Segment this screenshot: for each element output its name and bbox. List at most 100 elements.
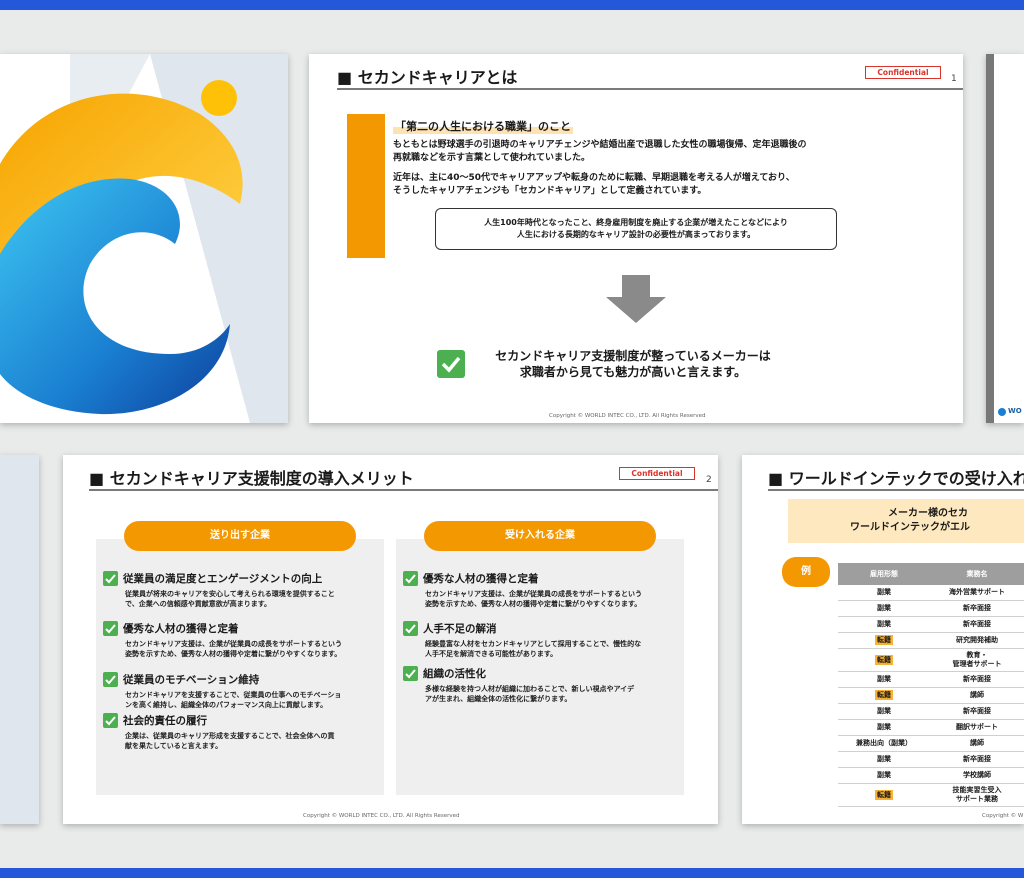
merit-heading: 優秀な人材の獲得と定着 [123,623,239,635]
table-header: 雇用形態 [838,563,930,585]
slide-logo-cover[interactable] [0,54,288,423]
merit-heading-row: 従業員のモチベーション維持 [103,672,385,687]
paragraph-2: 近年は、主に40～50代でキャリアアップや転身のために転職、早期退職を考える人が… [393,173,795,196]
example-label: 例 [782,557,830,587]
merit-item: 組織の活性化 多様な経験を持つ人材が組織に加わることで、新しい視点やアイデ アが生ま… [403,666,685,704]
merit-body: セカンドキャリア支援は、企業が従業員の成長をサポートするという 姿勢を示すため、優… [425,590,642,608]
merit-heading: 組織の活性化 [423,668,486,680]
merit-item: 社会的責任の履行企業は、従業員のキャリア形成を支援することで、社会全体への貢 献を… [103,713,385,751]
employment-type-cell: 副業 [838,616,930,633]
slide-title: ■ セカンドキャリア支援制度の導入メリット [89,469,414,488]
merit-heading: 従業員の満足度とエンゲージメントの向上 [123,573,323,585]
job-name-cell: 新卒面接 [930,751,1024,768]
merit-item: 従業員の満足度とエンゲージメントの向上従業員が将来のキャリアを安心して考えられる… [103,571,385,609]
left-label: 送り出す企業 [124,521,356,551]
employment-type-cell: 副業 [838,703,930,720]
merit-heading-row: 従業員の満足度とエンゲージメントの向上 [103,571,385,586]
table-row: 兼務出向（副業） 講師 [838,735,1024,752]
table-row: 副業 新卒面接 [838,703,1024,720]
employment-type-cell: 副業 [838,719,930,736]
slide-acceptance[interactable]: ■ ワールドインテックでの受け入れ メーカー様のセカ ワールドインテックがエル … [742,455,1024,824]
merit-item: 人手不足の解消経験豊富な人材をセカンドキャリアとして採用することで、慢性的な 人手… [403,621,685,659]
page-number: 2 [706,475,712,485]
employment-type-cell: 副業 [838,671,930,688]
slide-second-career[interactable]: ■ セカンドキャリアとは Confidential 1 「第二の人生における職業… [309,54,963,423]
highlight-phrase: 「第二の人生における職業」のこと [393,118,573,134]
job-name-cell: 研究開発補助 [930,632,1024,649]
job-name-cell: 新卒面接 [930,600,1024,617]
table-row: 副業 新卒面接 [838,600,1024,617]
left-border [986,54,994,423]
table-row: 転籍 教育・ 管理者サポート [838,648,1024,672]
check-icon [437,350,465,378]
job-name-cell: 新卒面接 [930,703,1024,720]
merit-heading-row: 組織の活性化 [403,666,685,681]
merit-body: 従業員が将来のキャリアを安心して考えられる環境を提供すること で、企業への信頼感や… [125,590,335,608]
table-row: 転籍 講師 [838,687,1024,704]
slide-title: ■ セカンドキャリアとは [337,68,518,87]
logo-text: WO [1008,407,1022,415]
table-row: 副業 海外営業サポート [838,585,1024,601]
job-name-cell: 講師 [930,735,1024,752]
confidential-badge: Confidential [619,467,695,480]
copyright: Copyright © WORLD INTEC CO., LTD. All Ri… [303,813,460,819]
table-row: 副業 新卒面接 [838,616,1024,633]
merit-heading-row: 人手不足の解消 [403,621,685,636]
employment-type-cell: 兼務出向（副業） [838,735,930,752]
table-row: 転籍 研究開発補助 [838,632,1024,649]
copyright: Copyright © W [982,813,1024,819]
merit-body: 企業は、従業員のキャリア形成を支援することで、社会全体への貢 献を果たしていると言… [125,732,335,750]
slide-merits[interactable]: ■ セカンドキャリア支援制度の導入メリット Confidential 2 送り出… [63,455,718,824]
check-icon [403,621,418,636]
employment-type-cell: 転籍 [838,783,930,807]
table-row: 副業 翻訳サポート [838,719,1024,736]
job-name-cell: 技能実習生受入 サポート業務 [930,783,1024,807]
table-row: 副業 新卒面接 [838,671,1024,688]
merit-heading-row: 優秀な人材の獲得と定着 [403,571,685,586]
job-name-cell: 教育・ 管理者サポート [930,648,1024,672]
job-name-cell: 海外営業サポート [930,585,1024,601]
check-icon [103,672,118,687]
accent-bar [347,114,385,258]
down-arrow-icon [606,275,666,323]
check-icon [403,571,418,586]
merit-item: 優秀な人材の獲得と定着セカンドキャリア支援は、企業が従業員の成長をサポートすると… [403,571,685,609]
slide-partial-left-bottom[interactable] [0,455,39,824]
merit-body: セカンドキャリア支援は、企業が従業員の成長をサポートするという 姿勢を示すため、優… [125,640,342,658]
job-name-cell: 講師 [930,687,1024,704]
job-name-cell: 学校講師 [930,767,1024,784]
check-icon [103,571,118,586]
employment-type-cell: 転籍 [838,648,930,672]
check-icon [103,621,118,636]
merit-heading-row: 社会的責任の履行 [103,713,385,728]
table-row: 副業 新卒面接 [838,751,1024,768]
slide-title: ■ ワールドインテックでの受け入れ [768,469,1024,488]
logo-mark-icon [0,54,288,423]
employment-type-cell: 副業 [838,600,930,617]
merit-heading-row: 優秀な人材の獲得と定着 [103,621,385,636]
table-header-row: 雇用形態 業務名 [838,563,1024,585]
slide-partial-right-top[interactable]: WO [986,54,1024,423]
copyright: Copyright © WORLD INTEC CO., LTD. All Ri… [549,413,706,419]
employment-type-cell: 副業 [838,767,930,784]
merit-body: 経験豊富な人材をセカンドキャリアとして採用することで、慢性的な 人手不足を解消でき… [425,640,642,658]
jobs-table: 雇用形態 業務名 副業 海外営業サポート 副業 新卒面接 副業 新卒面接 転籍 研究開発補助転… [838,563,1024,807]
table-row: 転籍 技能実習生受入 サポート業務 [838,783,1024,807]
merit-item: 従業員のモチベーション維持 セカンドキャリアを支援することで、従業員の仕事へのモチ… [103,672,385,710]
title-rule [768,489,1024,491]
confidential-badge: Confidential [865,66,941,79]
table-header: 業務名 [930,563,1024,585]
emphasis-box: 人生100年時代となったこと、終身雇用制度を廃止する企業が増えたことなどにより … [435,208,837,250]
table-row: 副業 学校講師 [838,767,1024,784]
page-number: 1 [951,74,957,84]
job-name-cell: 新卒面接 [930,616,1024,633]
right-label: 受け入れる企業 [424,521,656,551]
merit-heading: 人手不足の解消 [423,623,497,635]
logo-small-icon [998,408,1006,416]
merit-heading: 社会的責任の履行 [123,715,207,727]
merit-heading: 優秀な人材の獲得と定着 [423,573,539,585]
conclusion-text: セカンドキャリア支援制度が整っているメーカーは 求職者から見ても魅力が高いと言え… [495,349,771,379]
title-rule [89,489,718,491]
check-icon [103,713,118,728]
employment-type-cell: 副業 [838,585,930,601]
